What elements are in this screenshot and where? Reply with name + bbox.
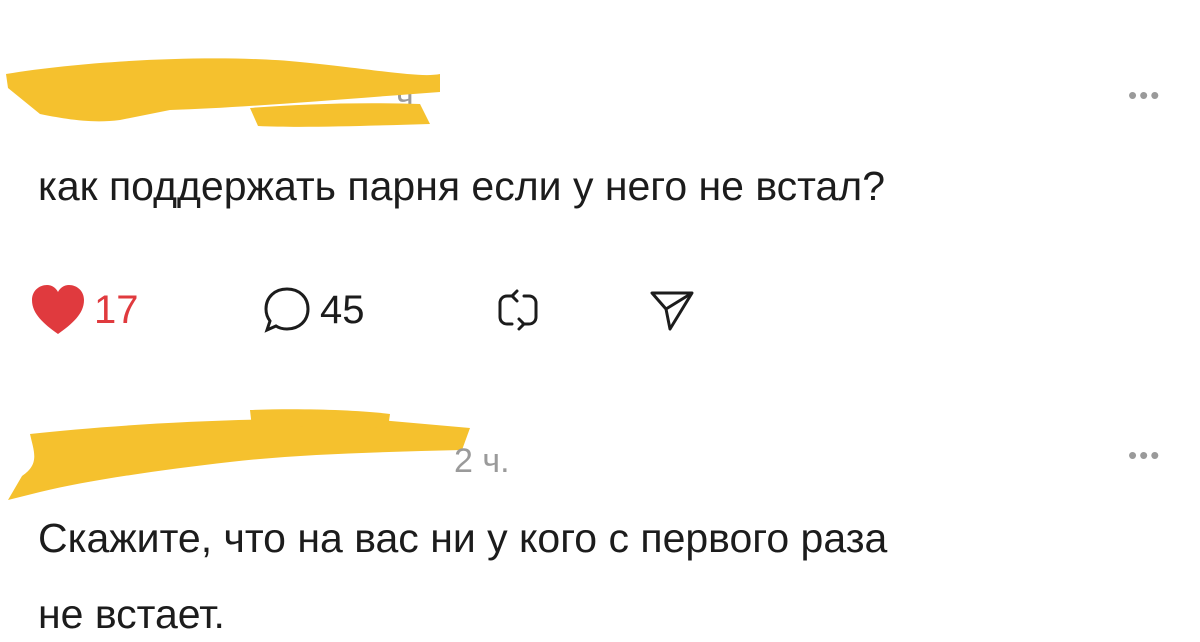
username[interactable]: k: [32, 68, 53, 111]
post-text: как поддержать парня если у него не вста…: [38, 163, 886, 209]
repost-button[interactable]: [495, 280, 541, 340]
redaction-mark: [6, 58, 440, 127]
timestamp: 2 ч.: [454, 442, 510, 480]
post-1: k ч. ••• как поддержать парня если у нег…: [0, 0, 1200, 380]
more-options-button[interactable]: •••: [1128, 442, 1161, 468]
share-button[interactable]: [648, 280, 696, 340]
timestamp: ч.: [396, 78, 424, 116]
comment-button[interactable]: 45: [262, 280, 365, 340]
post-actions: 17 45: [30, 280, 750, 340]
post-text-line-1: Скажите, что на вас ни у кого с первого …: [38, 515, 888, 561]
post-2: 2 ч. ••• Скажите, что на вас ни у кого с…: [0, 380, 1200, 637]
heart-icon: [30, 284, 86, 336]
like-count: 17: [94, 287, 139, 332]
comment-icon: [262, 285, 312, 335]
like-button[interactable]: 17: [30, 280, 139, 340]
redaction-mark: [8, 409, 470, 500]
share-icon: [648, 287, 696, 333]
repost-icon: [495, 287, 541, 333]
more-options-button[interactable]: •••: [1128, 82, 1161, 108]
post-text-line-2: не встает.: [38, 591, 225, 637]
comment-count: 45: [320, 287, 365, 332]
